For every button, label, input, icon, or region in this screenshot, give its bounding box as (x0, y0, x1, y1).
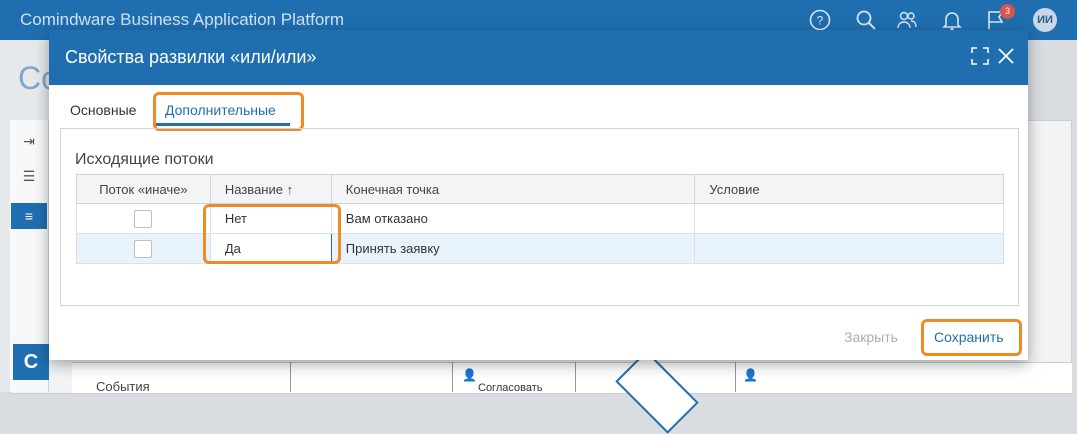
collapse-icon[interactable]: ⇥ (10, 128, 48, 154)
condition-cell[interactable] (694, 203, 1004, 234)
app-title: Comindware Business Application Platform (20, 10, 345, 29)
column-header-endpoint[interactable]: Конечная точка (330, 174, 696, 204)
properties-dialog: Свойства развилки «или/или» Основные Доп… (49, 30, 1028, 360)
dialog-header: Свойства развилки «или/или» (49, 30, 1028, 85)
condition-cell[interactable] (694, 233, 1004, 264)
column-header-otherwise[interactable]: Поток «иначе» (76, 174, 211, 204)
section-title: Исходящие потоки (75, 151, 214, 168)
bell-icon[interactable] (941, 9, 963, 31)
tab-highlight (153, 92, 304, 131)
users-icon[interactable] (896, 9, 918, 31)
table-header-row: Поток «иначе» Название ↑ Конечная точка … (76, 174, 1004, 204)
person-icon: 👤 (462, 368, 477, 382)
endpoint-cell[interactable]: Принять заявку (330, 233, 696, 264)
otherwise-checkbox[interactable] (134, 239, 153, 258)
menu-icon[interactable]: ≡ (11, 203, 47, 229)
lane-divider (575, 362, 576, 392)
app-logo: C (13, 344, 49, 380)
save-highlight (921, 319, 1022, 356)
background-task-label: Согласовать (478, 382, 543, 394)
close-icon[interactable] (997, 47, 1015, 69)
tab-basic[interactable]: Основные (70, 102, 136, 118)
list-check-icon[interactable]: ☰ (10, 163, 48, 189)
lane-divider (290, 362, 291, 392)
notification-badge: 3 (1000, 4, 1015, 19)
help-icon[interactable]: ? (809, 9, 831, 31)
endpoint-cell[interactable]: Вам отказано (330, 203, 696, 234)
otherwise-checkbox[interactable] (134, 209, 153, 228)
dialog-title: Свойства развилки «или/или» (65, 47, 317, 67)
name-column-highlight (203, 204, 341, 264)
column-header-condition[interactable]: Условие (694, 174, 1004, 204)
column-header-name[interactable]: Название ↑ (209, 174, 332, 204)
search-icon[interactable] (855, 9, 877, 31)
otherwise-cell (76, 233, 211, 264)
close-button[interactable]: Закрыть (844, 329, 898, 345)
avatar[interactable]: ИИ (1033, 8, 1057, 32)
person-icon: 👤 (743, 368, 758, 382)
lane-divider (452, 362, 453, 392)
lane-divider (735, 362, 736, 392)
maximize-icon[interactable] (971, 47, 989, 69)
svg-text:?: ? (817, 14, 824, 28)
background-canvas (72, 362, 1072, 393)
otherwise-cell (76, 203, 211, 234)
